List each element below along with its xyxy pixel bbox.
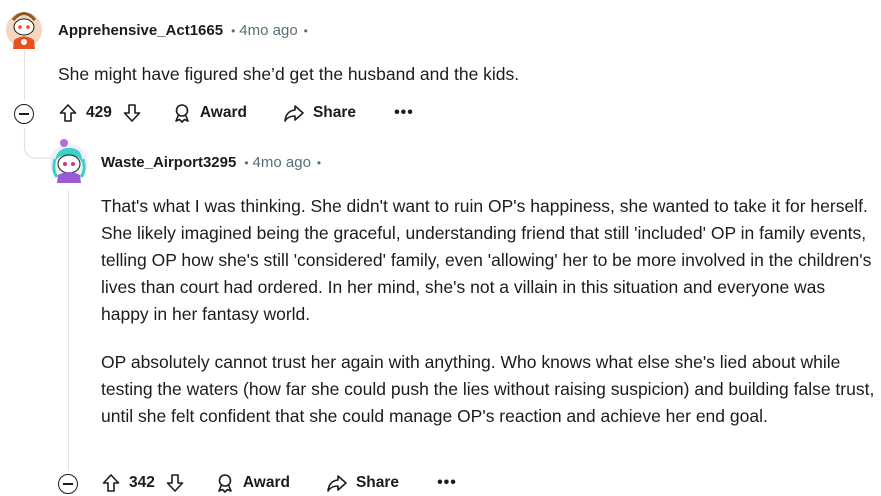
share-icon xyxy=(284,105,304,122)
downvote-icon xyxy=(123,104,141,122)
collapse-button[interactable] xyxy=(14,104,34,124)
share-button[interactable]: Share xyxy=(283,103,356,123)
more-options-button[interactable]: ••• xyxy=(437,474,457,492)
timestamp[interactable]: 4mo ago xyxy=(253,154,311,171)
comment-thread: Apprehensive_Act1665 • 4mo ago • She mig… xyxy=(0,0,881,496)
comment-actions: 429 Award Share ••• xyxy=(58,103,414,123)
downvote-icon xyxy=(166,474,184,492)
separator-dot: • xyxy=(316,155,322,170)
avatar[interactable] xyxy=(5,9,43,49)
share-icon xyxy=(327,475,347,492)
downvote-button[interactable] xyxy=(122,103,142,123)
comment-paragraph: OP absolutely cannot trust her again wit… xyxy=(101,352,875,426)
separator-dot: • xyxy=(303,23,308,38)
comment-header: Waste_Airport3295 • 4mo ago • xyxy=(101,154,321,171)
username[interactable]: Waste_Airport3295 xyxy=(101,154,236,171)
timestamp[interactable]: 4mo ago xyxy=(239,22,297,39)
upvote-icon xyxy=(59,104,77,122)
share-label: Share xyxy=(355,474,400,491)
more-options-button[interactable]: ••• xyxy=(394,104,414,122)
comment-body: She might have figured she’d get the hus… xyxy=(58,61,858,88)
avatar[interactable] xyxy=(49,137,89,183)
snoo-avatar-icon xyxy=(6,12,42,49)
separator-dot: • xyxy=(231,23,236,38)
thread-line-reply[interactable] xyxy=(68,190,69,470)
comment-paragraph: That's what I was thinking. She didn't w… xyxy=(101,196,872,324)
comment-paragraph: She might have figured she’d get the hus… xyxy=(58,64,520,84)
award-button[interactable]: Award xyxy=(172,103,247,123)
comment-actions: 342 Award Share ••• xyxy=(101,473,457,493)
username[interactable]: Apprehensive_Act1665 xyxy=(58,22,223,39)
thread-line-parent[interactable] xyxy=(24,50,25,100)
award-button[interactable]: Award xyxy=(215,473,290,493)
vote-count: 342 xyxy=(129,474,155,491)
upvote-icon xyxy=(102,474,120,492)
share-button[interactable]: Share xyxy=(326,473,399,493)
snoo-avatar-icon xyxy=(50,139,88,183)
share-label: Share xyxy=(312,104,357,121)
award-icon xyxy=(218,474,232,493)
comment-header: Apprehensive_Act1665 • 4mo ago • xyxy=(58,22,308,39)
award-label: Award xyxy=(199,104,247,121)
upvote-button[interactable] xyxy=(101,473,121,493)
collapse-button[interactable] xyxy=(58,474,78,494)
separator-dot: • xyxy=(244,155,249,170)
award-icon xyxy=(175,104,189,123)
comment-body: That's what I was thinking. She didn't w… xyxy=(101,193,877,430)
award-label: Award xyxy=(242,474,290,491)
vote-count: 429 xyxy=(86,104,112,121)
downvote-button[interactable] xyxy=(165,473,185,493)
upvote-button[interactable] xyxy=(58,103,78,123)
